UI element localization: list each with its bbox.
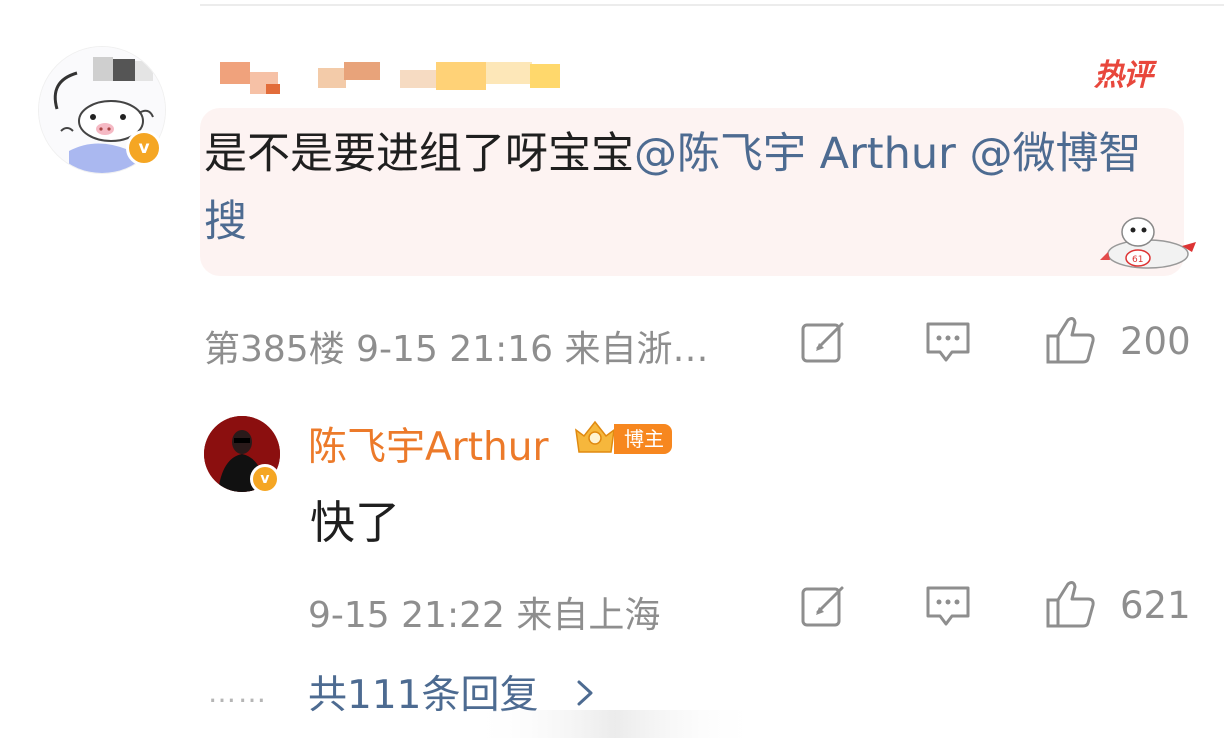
watermark-blur (470, 706, 760, 742)
thumbs-up-icon[interactable] (1044, 578, 1098, 634)
reply-like-count: 621 (1120, 584, 1191, 627)
hot-comment-tag: 热评 (1094, 58, 1153, 93)
repost-icon[interactable] (800, 320, 848, 368)
ellipsis-dots: …… (208, 676, 268, 709)
top-divider (200, 4, 1224, 6)
repost-icon[interactable] (800, 584, 848, 632)
reply-content: 快了 (310, 496, 401, 549)
reply-author-name[interactable]: 陈飞宇Arthur (308, 416, 548, 472)
thumbs-up-icon[interactable] (1044, 314, 1098, 370)
verified-v-icon: v (250, 464, 280, 494)
plane-sticker-icon: 61 (1096, 206, 1200, 286)
comment-text: 是不是要进组了呀宝宝 (204, 129, 634, 179)
blogger-badge-label: 博主 (614, 424, 672, 454)
comment-icon[interactable] (924, 320, 972, 368)
commenter-name-blurred[interactable] (214, 58, 564, 98)
reply-meta: 9-15 21:22 来自上海 (308, 595, 661, 636)
comment-content: 是不是要进组了呀宝宝@陈飞宇 Arthur @微博智搜 (204, 120, 1154, 256)
comment-meta: 第385楼 9-15 21:16 来自浙… (204, 329, 709, 370)
verified-v-icon: v (126, 130, 162, 166)
comment-icon[interactable] (924, 584, 972, 632)
svg-text:61: 61 (1132, 255, 1143, 265)
comment-like-count: 200 (1120, 320, 1191, 363)
mention-chen-feiyu[interactable]: @陈飞宇 Arthur (634, 129, 956, 179)
